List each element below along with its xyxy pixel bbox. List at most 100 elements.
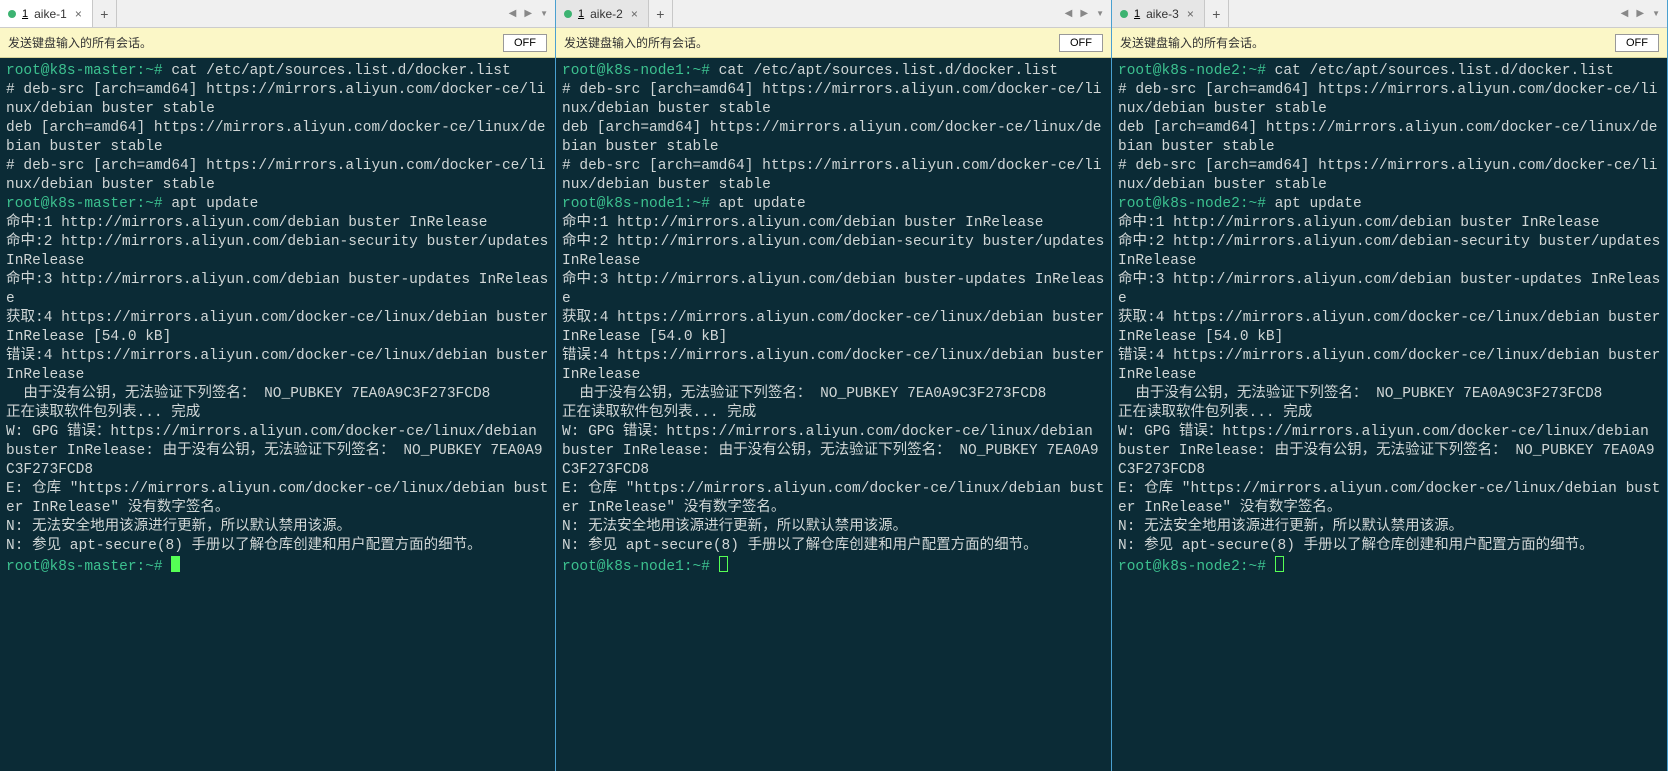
command: cat /etc/apt/sources.list.d/docker.list — [171, 63, 510, 79]
tab-close-icon[interactable]: × — [1185, 7, 1196, 21]
tab-next-icon[interactable]: ▶ — [521, 6, 535, 21]
tab-label: aike-3 — [1146, 7, 1179, 21]
broadcast-bar: 发送键盘输入的所有会话。 OFF — [0, 28, 555, 58]
status-dot-icon — [8, 10, 16, 18]
output-line: 由于没有公钥，无法验证下列签名： NO_PUBKEY 7EA0A9C3F273F… — [1118, 386, 1602, 402]
output-line: 命中:3 http://mirrors.aliyun.com/debian bu… — [562, 272, 1104, 307]
output-line: 获取:4 https://mirrors.aliyun.com/docker-c… — [6, 310, 555, 345]
output-line: 由于没有公钥，无法验证下列签名： NO_PUBKEY 7EA0A9C3F273F… — [6, 386, 490, 402]
new-tab-button[interactable]: + — [93, 0, 117, 27]
output-line: W: GPG 错误：https://mirrors.aliyun.com/doc… — [6, 424, 545, 478]
output-line: 命中:3 http://mirrors.aliyun.com/debian bu… — [1118, 272, 1660, 307]
tab-prev-icon[interactable]: ◀ — [506, 6, 520, 21]
output-line: deb [arch=amd64] https://mirrors.aliyun.… — [6, 120, 546, 155]
new-tab-button[interactable]: + — [1205, 0, 1229, 27]
output-line: N: 参见 apt-secure(8) 手册以了解仓库创建和用户配置方面的细节。 — [562, 538, 1038, 554]
prompt: root@k8s-node1:~# — [562, 196, 710, 212]
pane-1: 1 aike-1 × + ◀ ▶ ▼ 发送键盘输入的所有会话。 OFF root… — [0, 0, 556, 771]
command: apt update — [1266, 196, 1362, 212]
tabbar: 1 aike-2 × + ◀ ▶ ▼ — [556, 0, 1111, 28]
output-line: E: 仓库 "https://mirrors.aliyun.com/docker… — [562, 481, 1104, 516]
tab-next-icon[interactable]: ▶ — [1633, 6, 1647, 21]
broadcast-bar: 发送键盘输入的所有会话。 OFF — [1112, 28, 1667, 58]
command: cat /etc/apt/sources.list.d/docker.list — [1275, 63, 1614, 79]
output-line: 错误:4 https://mirrors.aliyun.com/docker-c… — [1118, 348, 1667, 383]
output-line: 命中:1 http://mirrors.aliyun.com/debian bu… — [6, 215, 487, 231]
tab-nav: ◀ ▶ ▼ — [1618, 0, 1667, 27]
output-line: deb [arch=amd64] https://mirrors.aliyun.… — [1118, 120, 1658, 155]
output-line: N: 参见 apt-secure(8) 手册以了解仓库创建和用户配置方面的细节。 — [1118, 538, 1594, 554]
tab-prev-icon[interactable]: ◀ — [1618, 6, 1632, 21]
cursor-icon — [171, 556, 180, 572]
command: apt update — [710, 196, 806, 212]
output-line: 命中:2 http://mirrors.aliyun.com/debian-se… — [1118, 234, 1667, 269]
terminal-1[interactable]: root@k8s-master:~# cat /etc/apt/sources.… — [0, 58, 555, 771]
broadcast-bar: 发送键盘输入的所有会话。 OFF — [556, 28, 1111, 58]
output-line: 命中:3 http://mirrors.aliyun.com/debian bu… — [6, 272, 548, 307]
tab-dropdown-icon[interactable]: ▼ — [537, 7, 551, 20]
output-line: 命中:1 http://mirrors.aliyun.com/debian bu… — [562, 215, 1043, 231]
prompt: root@k8s-node2:~# — [1118, 196, 1266, 212]
tabbar: 1 aike-1 × + ◀ ▶ ▼ — [0, 0, 555, 28]
pane-3: 1 aike-3 × + ◀ ▶ ▼ 发送键盘输入的所有会话。 OFF root… — [1112, 0, 1668, 771]
terminal-3[interactable]: root@k8s-node2:~# cat /etc/apt/sources.l… — [1112, 58, 1667, 771]
prompt: root@k8s-node2:~# — [1118, 63, 1266, 79]
status-dot-icon — [1120, 10, 1128, 18]
output-line: N: 无法安全地用该源进行更新，所以默认禁用该源。 — [1118, 519, 1463, 535]
output-line: 错误:4 https://mirrors.aliyun.com/docker-c… — [562, 348, 1111, 383]
output-line: 获取:4 https://mirrors.aliyun.com/docker-c… — [1118, 310, 1667, 345]
output-line: # deb-src [arch=amd64] https://mirrors.a… — [1118, 82, 1658, 117]
tab-dropdown-icon[interactable]: ▼ — [1649, 7, 1663, 20]
tab-next-icon[interactable]: ▶ — [1077, 6, 1091, 21]
output-line: 正在读取软件包列表... 完成 — [1118, 405, 1312, 421]
output-line: 正在读取软件包列表... 完成 — [6, 405, 200, 421]
prompt: root@k8s-master:~# — [6, 196, 163, 212]
broadcast-off-button[interactable]: OFF — [503, 34, 547, 52]
output-line: 命中:2 http://mirrors.aliyun.com/debian-se… — [6, 234, 555, 269]
output-line: # deb-src [arch=amd64] https://mirrors.a… — [6, 82, 546, 117]
prompt: root@k8s-node1:~# — [562, 559, 710, 575]
output-line: 错误:4 https://mirrors.aliyun.com/docker-c… — [6, 348, 555, 383]
broadcast-off-button[interactable]: OFF — [1615, 34, 1659, 52]
status-dot-icon — [564, 10, 572, 18]
output-line: W: GPG 错误：https://mirrors.aliyun.com/doc… — [562, 424, 1101, 478]
output-line: N: 参见 apt-secure(8) 手册以了解仓库创建和用户配置方面的细节。 — [6, 538, 482, 554]
tab-dropdown-icon[interactable]: ▼ — [1093, 7, 1107, 20]
prompt: root@k8s-master:~# — [6, 559, 163, 575]
output-line: 由于没有公钥，无法验证下列签名： NO_PUBKEY 7EA0A9C3F273F… — [562, 386, 1046, 402]
cursor-icon — [719, 556, 728, 572]
broadcast-off-button[interactable]: OFF — [1059, 34, 1103, 52]
cursor-icon — [1275, 556, 1284, 572]
tab-prev-icon[interactable]: ◀ — [1062, 6, 1076, 21]
output-line: E: 仓库 "https://mirrors.aliyun.com/docker… — [6, 481, 548, 516]
new-tab-button[interactable]: + — [649, 0, 673, 27]
tab-label: aike-2 — [590, 7, 623, 21]
output-line: # deb-src [arch=amd64] https://mirrors.a… — [562, 82, 1102, 117]
output-line: 获取:4 https://mirrors.aliyun.com/docker-c… — [562, 310, 1111, 345]
tab-aike-1[interactable]: 1 aike-1 × — [0, 0, 93, 27]
tab-close-icon[interactable]: × — [73, 7, 84, 21]
command: apt update — [163, 196, 259, 212]
output-line: # deb-src [arch=amd64] https://mirrors.a… — [6, 158, 546, 193]
output-line: # deb-src [arch=amd64] https://mirrors.a… — [562, 158, 1102, 193]
output-line: 命中:1 http://mirrors.aliyun.com/debian bu… — [1118, 215, 1599, 231]
output-line: # deb-src [arch=amd64] https://mirrors.a… — [1118, 158, 1658, 193]
command: cat /etc/apt/sources.list.d/docker.list — [719, 63, 1058, 79]
tab-aike-2[interactable]: 1 aike-2 × — [556, 0, 649, 27]
broadcast-text: 发送键盘输入的所有会话。 — [1120, 34, 1264, 51]
prompt: root@k8s-master:~# — [6, 63, 163, 79]
tab-number: 1 — [1134, 8, 1140, 20]
tab-nav: ◀ ▶ ▼ — [1062, 0, 1111, 27]
output-line: N: 无法安全地用该源进行更新，所以默认禁用该源。 — [562, 519, 907, 535]
prompt: root@k8s-node1:~# — [562, 63, 710, 79]
output-line: 命中:2 http://mirrors.aliyun.com/debian-se… — [562, 234, 1111, 269]
tab-number: 1 — [22, 8, 28, 20]
tab-close-icon[interactable]: × — [629, 7, 640, 21]
output-line: 正在读取软件包列表... 完成 — [562, 405, 756, 421]
tab-aike-3[interactable]: 1 aike-3 × — [1112, 0, 1205, 27]
output-line: N: 无法安全地用该源进行更新，所以默认禁用该源。 — [6, 519, 351, 535]
tab-nav: ◀ ▶ ▼ — [506, 0, 555, 27]
pane-2: 1 aike-2 × + ◀ ▶ ▼ 发送键盘输入的所有会话。 OFF root… — [556, 0, 1112, 771]
terminal-2[interactable]: root@k8s-node1:~# cat /etc/apt/sources.l… — [556, 58, 1111, 771]
output-line: E: 仓库 "https://mirrors.aliyun.com/docker… — [1118, 481, 1660, 516]
